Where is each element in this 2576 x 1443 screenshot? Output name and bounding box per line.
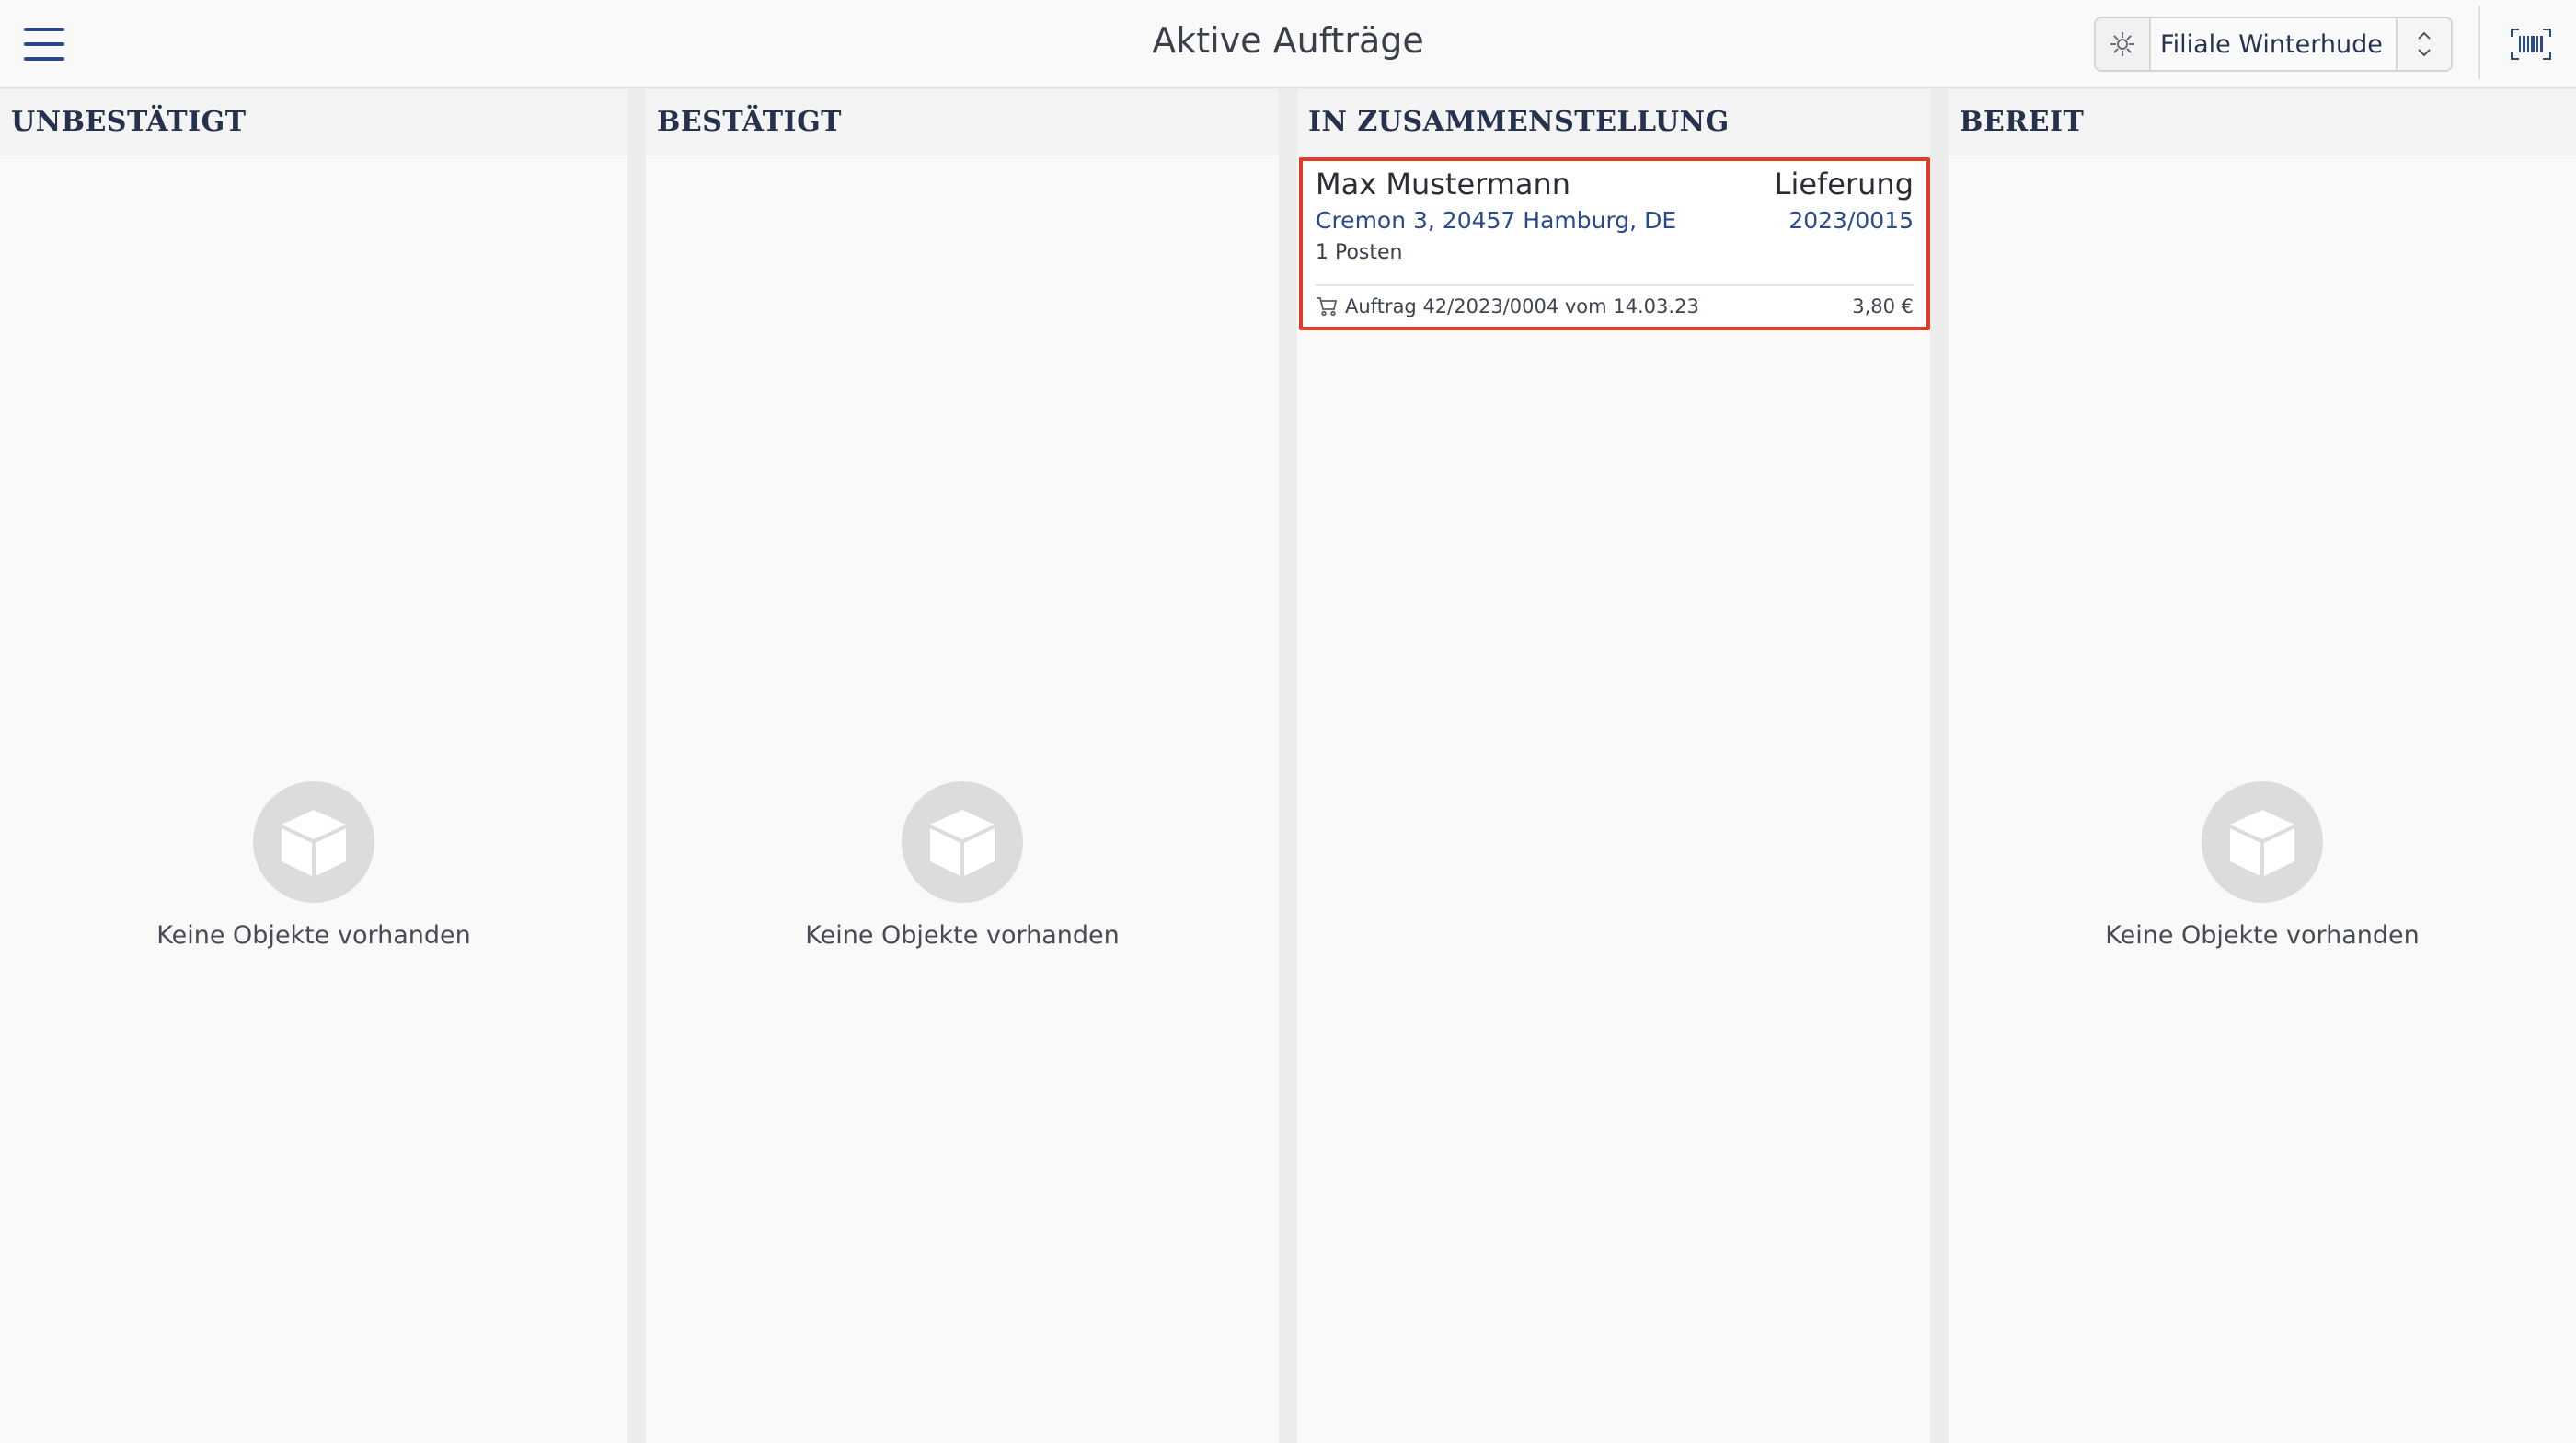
barcode-scanner-button[interactable] bbox=[2508, 24, 2554, 64]
empty-text: Keine Objekte vorhanden bbox=[156, 921, 471, 950]
cart-icon bbox=[1317, 297, 1338, 317]
column-title: IN ZUSAMMENSTELLUNG bbox=[1297, 89, 1930, 156]
order-reference: Auftrag 42/2023/0004 vom 14.03.23 bbox=[1345, 295, 1699, 317]
delivery-address: Cremon 3, 20457 Hamburg, DE bbox=[1316, 207, 1677, 234]
store-name: Filiale Winterhude bbox=[2151, 18, 2396, 70]
store-select[interactable]: Filiale Winterhude bbox=[2094, 17, 2453, 72]
top-bar: Aktive Aufträge Filiale Winterhude bbox=[0, 0, 2576, 88]
customer-name: Max Mustermann bbox=[1316, 167, 1571, 202]
column-title: BEREIT bbox=[1949, 89, 2576, 156]
chevron-up-down-icon[interactable] bbox=[2396, 18, 2451, 70]
column-unbestaetigt: UNBESTÄTIGT Keine Objekte vorhanden bbox=[0, 89, 627, 1443]
toolbar-divider bbox=[2478, 6, 2480, 79]
column-in-zusammenstellung: IN ZUSAMMENSTELLUNG Max Mustermann Liefe… bbox=[1297, 89, 1930, 1443]
order-number: 2023/0015 bbox=[1788, 207, 1914, 234]
box-icon bbox=[253, 781, 374, 903]
card-footer: Auftrag 42/2023/0004 vom 14.03.23 3,80 € bbox=[1316, 284, 1914, 317]
box-icon bbox=[902, 781, 1023, 903]
column-title: BESTÄTIGT bbox=[646, 89, 1279, 156]
barcode-scanner-icon bbox=[2511, 29, 2551, 60]
order-board: UNBESTÄTIGT Keine Objekte vorhanden BEST… bbox=[0, 89, 2576, 1443]
empty-text: Keine Objekte vorhanden bbox=[805, 921, 1120, 950]
box-icon bbox=[2202, 781, 2323, 903]
store-gear-icon bbox=[2096, 18, 2151, 70]
empty-state: Keine Objekte vorhanden bbox=[1949, 781, 2576, 950]
order-card[interactable]: Max Mustermann Lieferung Cremon 3, 20457… bbox=[1299, 157, 1930, 330]
empty-state: Keine Objekte vorhanden bbox=[646, 781, 1279, 950]
delivery-type: Lieferung bbox=[1774, 167, 1914, 202]
column-bestaetigt: BESTÄTIGT Keine Objekte vorhanden bbox=[646, 89, 1279, 1443]
column-title: UNBESTÄTIGT bbox=[0, 89, 627, 156]
order-total: 3,80 € bbox=[1852, 295, 1914, 317]
empty-text: Keine Objekte vorhanden bbox=[2105, 921, 2420, 950]
empty-state: Keine Objekte vorhanden bbox=[0, 781, 627, 950]
column-bereit: BEREIT Keine Objekte vorhanden bbox=[1949, 89, 2576, 1443]
items-count: 1 Posten bbox=[1316, 241, 1403, 264]
